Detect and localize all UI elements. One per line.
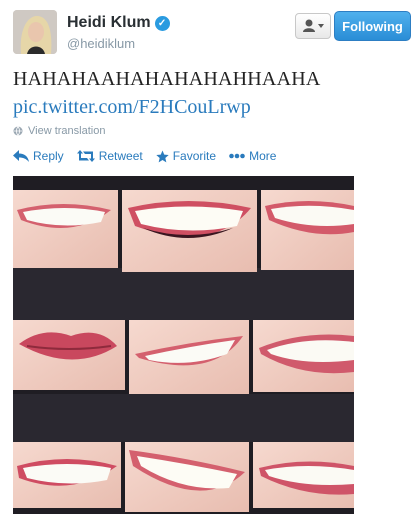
following-button[interactable]: Following [334, 11, 411, 41]
star-icon [156, 150, 169, 162]
user-dropdown-icon [303, 19, 324, 32]
verified-check-icon: ✓ [154, 16, 170, 31]
user-name[interactable]: Heidi Klum [67, 14, 151, 31]
view-translation-label: View translation [28, 125, 106, 137]
reply-icon [13, 150, 29, 162]
tweet-text: HAHAHAAHAHAHAHAHHAAHA [13, 68, 321, 90]
favorite-label: Favorite [172, 149, 217, 163]
more-dots-icon [229, 153, 245, 159]
retweet-button[interactable]: Retweet [76, 147, 143, 165]
retweet-label: Retweet [98, 149, 143, 163]
tweet-actions: Reply Retweet Favorite More [13, 147, 276, 165]
globe-icon [13, 126, 23, 136]
user-info: Heidi Klum ✓ @heidiklum [67, 14, 170, 51]
favorite-button[interactable]: Favorite [156, 147, 216, 165]
tweet-header: Heidi Klum ✓ @heidiklum Following [13, 10, 411, 58]
lips-contact-sheet-image [13, 176, 354, 514]
reply-label: Reply [33, 149, 64, 163]
more-button[interactable]: More [229, 147, 276, 165]
user-handle[interactable]: @heidiklum [67, 36, 170, 51]
tweet-link[interactable]: pic.twitter.com/F2HCouLrwp [13, 96, 251, 119]
reply-button[interactable]: Reply [13, 147, 64, 165]
more-label: More [249, 149, 277, 163]
retweet-icon [76, 150, 95, 162]
user-dropdown-button[interactable] [295, 13, 331, 39]
avatar[interactable] [13, 10, 57, 54]
view-translation[interactable]: View translation [13, 125, 105, 137]
tweet-photo[interactable] [13, 176, 354, 514]
